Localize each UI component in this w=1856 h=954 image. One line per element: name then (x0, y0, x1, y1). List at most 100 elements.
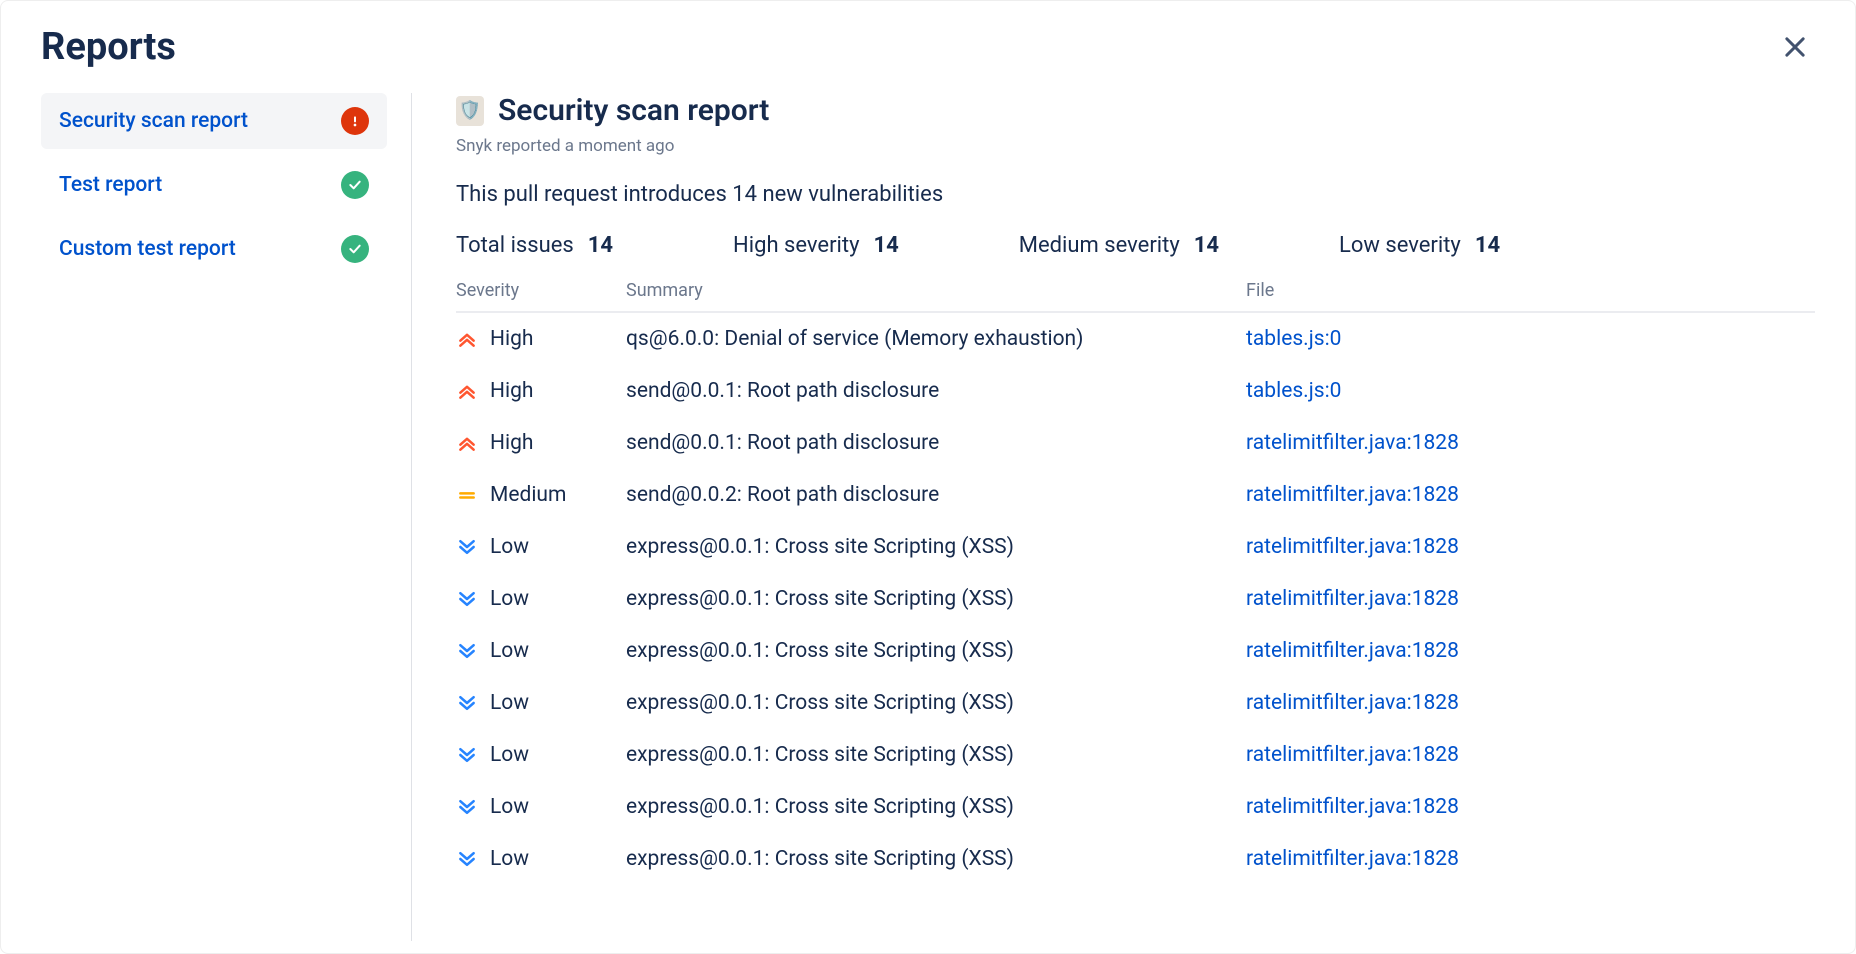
stat-1: High severity 14 (733, 233, 899, 258)
severity-high-icon (456, 381, 478, 401)
cell-summary: send@0.0.1: Root path disclosure (626, 379, 1246, 403)
severity-label: Low (490, 691, 529, 715)
file-link[interactable]: ratelimitfilter.java:1828 (1246, 535, 1459, 559)
table-row: Low express@0.0.1: Cross site Scripting (… (456, 781, 1815, 833)
stat-2: Medium severity 14 (1019, 233, 1219, 258)
table-header: Severity Summary File (456, 280, 1815, 313)
file-link[interactable]: tables.js:0 (1246, 327, 1341, 351)
page-title: Reports (41, 25, 176, 69)
severity-low-icon (456, 589, 478, 609)
table-row: High send@0.0.1: Root path disclosurerate… (456, 417, 1815, 469)
severity-low-icon (456, 797, 478, 817)
sidebar-item-label: Security scan report (59, 109, 248, 133)
cell-severity: Low (456, 639, 626, 663)
cell-severity: Low (456, 535, 626, 559)
close-icon (1781, 33, 1809, 61)
cell-summary: express@0.0.1: Cross site Scripting (XSS… (626, 639, 1246, 663)
sidebar-item-label: Test report (59, 173, 162, 197)
cell-summary: send@0.0.2: Root path disclosure (626, 483, 1246, 507)
issues-table: Severity Summary File High qs@6.0.0: Deni… (456, 280, 1815, 885)
severity-label: Low (490, 535, 529, 559)
severity-label: High (490, 379, 533, 403)
severity-label: Low (490, 795, 529, 819)
cell-summary: express@0.0.1: Cross site Scripting (XSS… (626, 795, 1246, 819)
table-row: Low express@0.0.1: Cross site Scripting (… (456, 833, 1815, 885)
severity-low-icon (456, 745, 478, 765)
severity-high-icon (456, 329, 478, 349)
stat-value: 14 (1475, 233, 1500, 258)
cell-severity: Low (456, 847, 626, 871)
cell-summary: express@0.0.1: Cross site Scripting (XSS… (626, 847, 1246, 871)
stat-label: Medium severity (1019, 233, 1180, 258)
app-avatar: 🛡️ (456, 96, 484, 126)
severity-label: Low (490, 743, 529, 767)
sidebar-item-1[interactable]: Test report (41, 157, 387, 213)
stat-value: 14 (1194, 233, 1219, 258)
severity-label: Low (490, 587, 529, 611)
cell-severity: Medium (456, 483, 626, 507)
severity-label: Medium (490, 483, 566, 507)
file-link[interactable]: ratelimitfilter.java:1828 (1246, 847, 1459, 871)
severity-label: Low (490, 847, 529, 871)
cell-summary: express@0.0.1: Cross site Scripting (XSS… (626, 691, 1246, 715)
sidebar-divider (411, 93, 412, 941)
file-link[interactable]: tables.js:0 (1246, 379, 1341, 403)
file-link[interactable]: ratelimitfilter.java:1828 (1246, 587, 1459, 611)
file-link[interactable]: ratelimitfilter.java:1828 (1246, 795, 1459, 819)
sidebar-item-2[interactable]: Custom test report (41, 221, 387, 277)
file-link[interactable]: ratelimitfilter.java:1828 (1246, 743, 1459, 767)
cell-severity: High (456, 379, 626, 403)
severity-label: High (490, 431, 533, 455)
stat-value: 14 (874, 233, 899, 258)
stat-value: 14 (588, 233, 613, 258)
severity-low-icon (456, 849, 478, 869)
table-row: Low express@0.0.1: Cross site Scripting (… (456, 521, 1815, 573)
cell-summary: express@0.0.1: Cross site Scripting (XSS… (626, 535, 1246, 559)
table-row: Low express@0.0.1: Cross site Scripting (… (456, 677, 1815, 729)
cell-summary: send@0.0.1: Root path disclosure (626, 431, 1246, 455)
severity-label: High (490, 327, 533, 351)
table-row: Low express@0.0.1: Cross site Scripting (… (456, 729, 1815, 781)
file-link[interactable]: ratelimitfilter.java:1828 (1246, 691, 1459, 715)
cell-summary: express@0.0.1: Cross site Scripting (XSS… (626, 587, 1246, 611)
col-file: File (1246, 280, 1815, 301)
severity-high-icon (456, 433, 478, 453)
severity-label: Low (490, 639, 529, 663)
cell-severity: Low (456, 691, 626, 715)
table-row: Low express@0.0.1: Cross site Scripting (… (456, 625, 1815, 677)
file-link[interactable]: ratelimitfilter.java:1828 (1246, 483, 1459, 507)
col-summary: Summary (626, 280, 1246, 301)
table-row: Medium send@0.0.2: Root path disclosurera… (456, 469, 1815, 521)
table-row: High send@0.0.1: Root path disclosuretabl… (456, 365, 1815, 417)
stat-0: Total issues 14 (456, 233, 613, 258)
cell-severity: Low (456, 587, 626, 611)
main-content: 🛡️ Security scan report Snyk reported a … (440, 93, 1815, 941)
severity-medium-icon (456, 485, 478, 505)
stat-label: Low severity (1339, 233, 1461, 258)
report-summary: This pull request introduces 14 new vuln… (456, 182, 1815, 207)
table-row: Low express@0.0.1: Cross site Scripting (… (456, 573, 1815, 625)
status-ok-icon (341, 235, 369, 263)
cell-severity: Low (456, 743, 626, 767)
cell-severity: High (456, 431, 626, 455)
status-ok-icon (341, 171, 369, 199)
severity-low-icon (456, 641, 478, 661)
file-link[interactable]: ratelimitfilter.java:1828 (1246, 639, 1459, 663)
sidebar-item-0[interactable]: Security scan report (41, 93, 387, 149)
cell-severity: Low (456, 795, 626, 819)
cell-summary: express@0.0.1: Cross site Scripting (XSS… (626, 743, 1246, 767)
stat-3: Low severity 14 (1339, 233, 1500, 258)
stat-label: High severity (733, 233, 859, 258)
cell-summary: qs@6.0.0: Denial of service (Memory exha… (626, 327, 1246, 351)
cell-severity: High (456, 327, 626, 351)
status-error-icon (341, 107, 369, 135)
severity-low-icon (456, 537, 478, 557)
report-title: Security scan report (498, 93, 769, 128)
sidebar: Security scan report Test report Custom te… (41, 93, 411, 941)
severity-low-icon (456, 693, 478, 713)
close-button[interactable] (1775, 27, 1815, 67)
file-link[interactable]: ratelimitfilter.java:1828 (1246, 431, 1459, 455)
col-severity: Severity (456, 280, 626, 301)
stat-label: Total issues (456, 233, 574, 258)
table-row: High qs@6.0.0: Denial of service (Memory … (456, 313, 1815, 365)
